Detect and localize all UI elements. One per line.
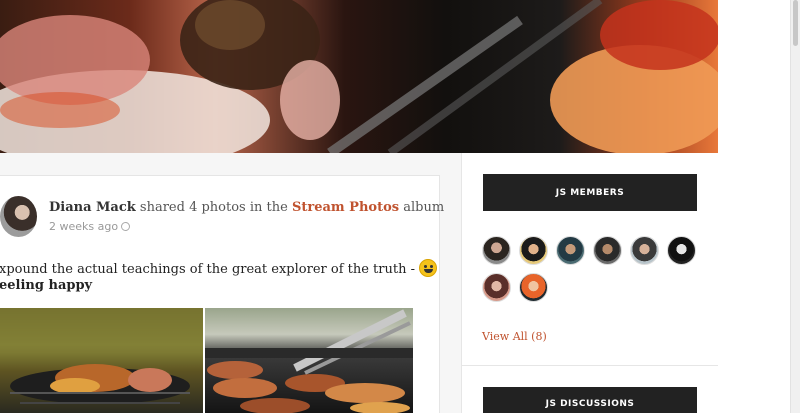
- photo-grill-graphic: [0, 308, 203, 404]
- member-avatar[interactable]: [482, 273, 511, 302]
- member-avatar[interactable]: [667, 236, 696, 265]
- feeling-label: eeling happy: [0, 278, 93, 293]
- photo-thumbnail[interactable]: [205, 308, 413, 413]
- scrollbar-thumb[interactable]: [793, 0, 798, 46]
- globe-icon[interactable]: [121, 222, 131, 231]
- post-body: xpound the actual teachings of the great…: [0, 259, 437, 277]
- widget-divider: [462, 365, 718, 366]
- member-avatar[interactable]: [482, 236, 511, 265]
- member-avatar[interactable]: [519, 273, 548, 302]
- post-timestamp: 2 weeks ago: [49, 220, 131, 233]
- activity-headline: Diana Mack shared 4 photos in the Stream…: [49, 200, 444, 215]
- activity-action-suffix: album: [403, 200, 445, 215]
- photo-thumbnail[interactable]: [0, 308, 203, 413]
- discussions-widget-title: JS DISCUSSIONS: [483, 387, 697, 413]
- member-avatar[interactable]: [630, 236, 659, 265]
- member-avatar[interactable]: [519, 236, 548, 265]
- member-avatar[interactable]: [593, 236, 622, 265]
- photo-sausages-graphic: [205, 309, 413, 413]
- author-link[interactable]: Diana Mack: [49, 200, 136, 215]
- cover-photo: [0, 0, 718, 153]
- timestamp-text[interactable]: 2 weeks ago: [49, 220, 118, 233]
- smiley-icon: [419, 259, 437, 277]
- album-link[interactable]: Stream Photos: [292, 200, 399, 215]
- member-avatar[interactable]: [556, 236, 585, 265]
- scrollbar[interactable]: [790, 0, 800, 413]
- members-widget-title: JS MEMBERS: [483, 174, 697, 211]
- activity-action: shared 4 photos in the: [139, 200, 288, 215]
- view-all-members-link[interactable]: View All (8): [482, 330, 547, 343]
- cover-photo-graphic: [0, 0, 718, 153]
- post-text: xpound the actual teachings of the great…: [0, 262, 415, 277]
- avatar[interactable]: [0, 196, 37, 237]
- page-gutter: [718, 0, 790, 413]
